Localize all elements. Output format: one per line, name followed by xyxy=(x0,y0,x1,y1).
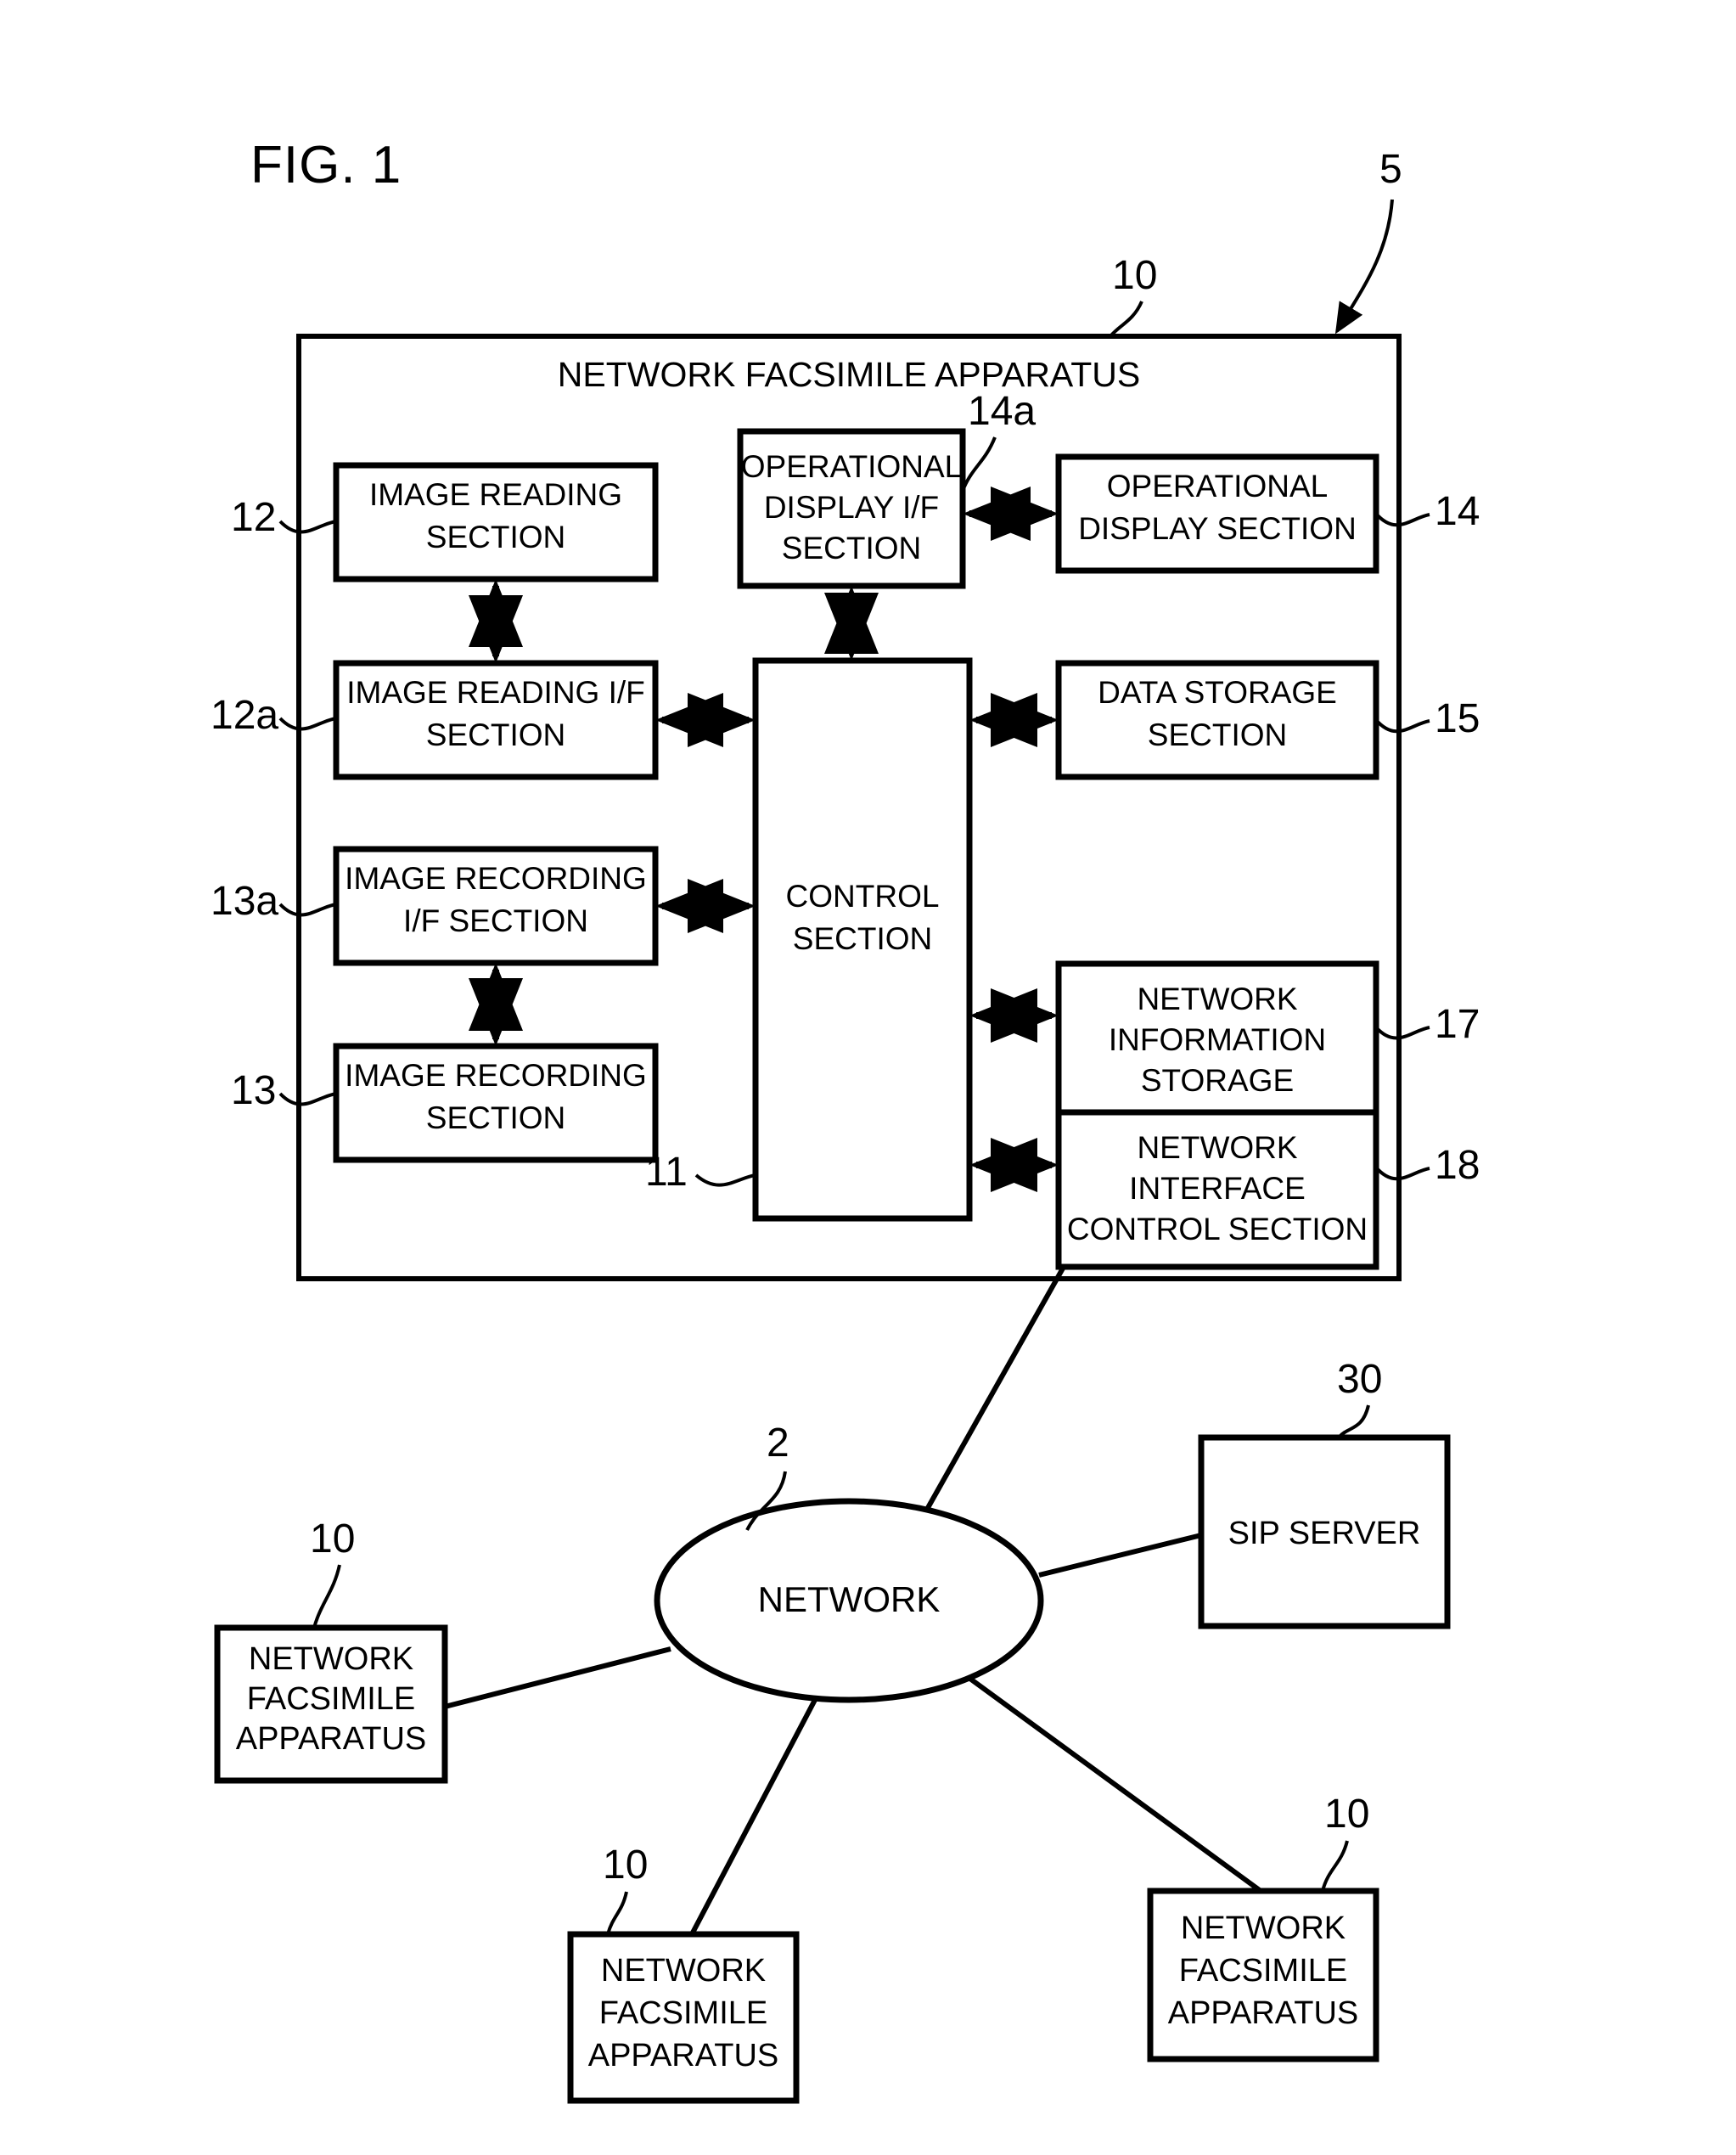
link-apparatus-to-network xyxy=(919,1265,1066,1522)
ref-10-peer-bottom-right-leader xyxy=(1321,1840,1349,1892)
peer-left-line1: NETWORK xyxy=(249,1641,413,1677)
operational-display-if-line1: OPERATIONAL xyxy=(741,449,962,484)
network-if-control-line2: INTERFACE xyxy=(1129,1171,1306,1206)
link-network-to-sip-server xyxy=(1038,1533,1202,1578)
data-storage-line1: DATA STORAGE xyxy=(1098,675,1337,710)
ref-10-peer-bottom-right-label: 10 xyxy=(1324,1792,1369,1837)
apparatus-title: NETWORK FACSIMILE APPARATUS xyxy=(558,355,1141,394)
network-info-storage-line3: STORAGE xyxy=(1141,1063,1294,1098)
link-peer-left-to-network xyxy=(444,1646,671,1709)
link-peer-bottom-right-to-network xyxy=(966,1674,1262,1893)
ref-17-label: 17 xyxy=(1435,1002,1480,1047)
image-reading-section-line2: SECTION xyxy=(426,520,565,554)
network-if-control-line3: CONTROL SECTION xyxy=(1067,1212,1368,1246)
ref-13-label: 13 xyxy=(231,1068,276,1113)
image-reading-if-section-line2: SECTION xyxy=(426,717,565,752)
peer-bottom-center-line1: NETWORK xyxy=(601,1953,766,1989)
ref-14a-label: 14a xyxy=(968,389,1036,434)
figure-canvas: FIG. 1 5 NETWORK FACSIMILE APPARATUS 10 … xyxy=(211,136,1480,2104)
ref-10-apparatus-leader xyxy=(1109,301,1143,338)
peer-bottom-center-line2: FACSIMILE xyxy=(599,1995,768,2031)
sip-server-label: SIP SERVER xyxy=(1228,1516,1421,1551)
network-info-storage-line2: INFORMATION xyxy=(1109,1022,1326,1057)
image-recording-section-line1: IMAGE RECORDING xyxy=(345,1058,647,1093)
image-recording-if-section-line2: I/F SECTION xyxy=(403,903,588,938)
ref-14-label: 14 xyxy=(1435,489,1480,534)
network-label: NETWORK xyxy=(758,1579,941,1619)
ref-10-apparatus-label: 10 xyxy=(1112,253,1157,298)
link-peer-bottom-center-to-network xyxy=(689,1698,817,1936)
patent-figure-1: FIG. 1 5 NETWORK FACSIMILE APPARATUS 10 … xyxy=(0,0,1736,2155)
image-reading-section-line1: IMAGE READING xyxy=(369,477,622,512)
ref-10-peer-left-leader xyxy=(312,1564,341,1629)
ref-11-label: 11 xyxy=(645,1150,688,1195)
peer-bottom-right-line3: APPARATUS xyxy=(1168,1995,1359,2031)
ref-2-label: 2 xyxy=(767,1421,789,1466)
ref-10-peer-left-label: 10 xyxy=(310,1516,355,1561)
ref-30-label: 30 xyxy=(1337,1357,1382,1402)
ref-12a-label: 12a xyxy=(211,693,278,738)
data-storage-line2: SECTION xyxy=(1148,717,1287,752)
peer-bottom-center-line3: APPARATUS xyxy=(588,2038,779,2073)
operational-display-line2: DISPLAY SECTION xyxy=(1078,511,1357,546)
control-section-line2: SECTION xyxy=(793,921,932,956)
ref-10-peer-bottom-center-leader xyxy=(606,1891,628,1935)
image-recording-section-line2: SECTION xyxy=(426,1100,565,1135)
network-info-storage-line1: NETWORK xyxy=(1137,982,1297,1016)
peer-bottom-right-line2: FACSIMILE xyxy=(1179,1953,1348,1989)
ref-5-label: 5 xyxy=(1379,147,1402,192)
peer-bottom-right-line1: NETWORK xyxy=(1181,1910,1346,1946)
image-recording-if-section-line1: IMAGE RECORDING xyxy=(345,861,647,896)
ref-10-peer-bottom-center-label: 10 xyxy=(603,1843,648,1888)
ref-30-leader xyxy=(1338,1404,1370,1438)
ref-15-label: 15 xyxy=(1435,696,1480,741)
network-if-control-line1: NETWORK xyxy=(1137,1130,1297,1165)
ref-5-leader xyxy=(1334,199,1394,335)
ref-12-label: 12 xyxy=(231,495,276,540)
image-reading-if-section-line1: IMAGE READING I/F xyxy=(346,675,645,710)
peer-left-line2: FACSIMILE xyxy=(247,1681,416,1717)
peer-left-line3: APPARATUS xyxy=(236,1721,427,1757)
operational-display-if-line2: DISPLAY I/F xyxy=(764,490,939,525)
operational-display-if-line3: SECTION xyxy=(782,531,921,565)
ref-13a-label: 13a xyxy=(211,879,278,924)
figure-title: FIG. 1 xyxy=(250,136,402,194)
ref-18-label: 18 xyxy=(1435,1143,1480,1188)
operational-display-line1: OPERATIONAL xyxy=(1107,469,1328,504)
control-section-line1: CONTROL xyxy=(786,879,940,914)
